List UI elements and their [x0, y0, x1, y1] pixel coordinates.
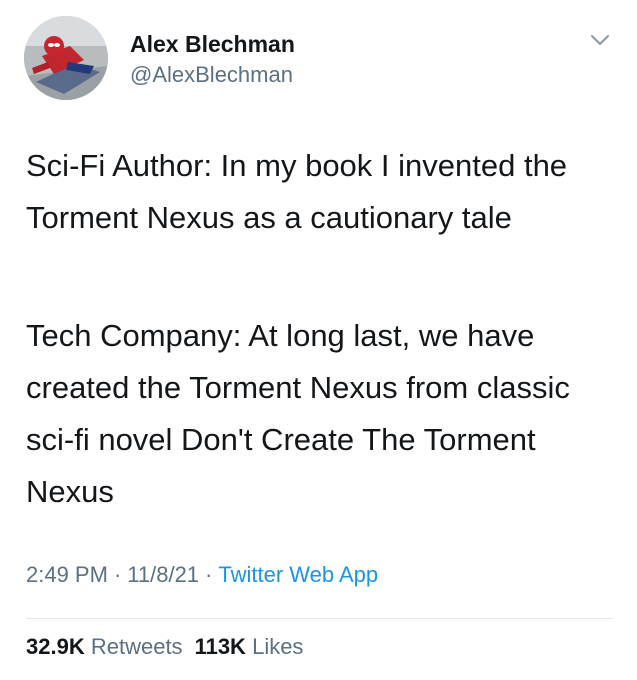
tweet-metadata: 2:49 PM · 11/8/21 · Twitter Web App	[26, 562, 378, 588]
tweet-source-link[interactable]: Twitter Web App	[218, 562, 378, 587]
tweet-card: Alex Blechman @AlexBlechman Sci-Fi Autho…	[0, 0, 637, 680]
tweet-date[interactable]: 11/8/21	[127, 562, 199, 587]
author-handle[interactable]: @AlexBlechman	[130, 62, 293, 88]
author-name[interactable]: Alex Blechman	[130, 31, 295, 58]
meta-separator: ·	[205, 562, 213, 587]
likes-stat[interactable]: 113K Likes	[195, 634, 304, 659]
retweets-count: 32.9K	[26, 634, 85, 659]
avatar[interactable]	[24, 16, 108, 100]
retweets-stat[interactable]: 32.9K Retweets	[26, 634, 183, 659]
tweet-text-paragraph-2: Tech Company: At long last, we have crea…	[26, 318, 570, 509]
likes-count: 113K	[194, 634, 246, 659]
meta-separator: ·	[113, 562, 122, 587]
retweets-label: Retweets	[90, 634, 183, 659]
divider	[26, 618, 613, 619]
likes-label: Likes	[252, 634, 304, 659]
tweet-time[interactable]: 2:49 PM	[26, 562, 108, 587]
tweet-text-paragraph-1: Sci-Fi Author: In my book I invented the…	[26, 148, 568, 235]
spiderman-avatar-image	[24, 16, 108, 100]
chevron-down-icon[interactable]	[588, 30, 612, 50]
tweet-stats: 32.9K Retweets 113K Likes	[26, 634, 303, 660]
